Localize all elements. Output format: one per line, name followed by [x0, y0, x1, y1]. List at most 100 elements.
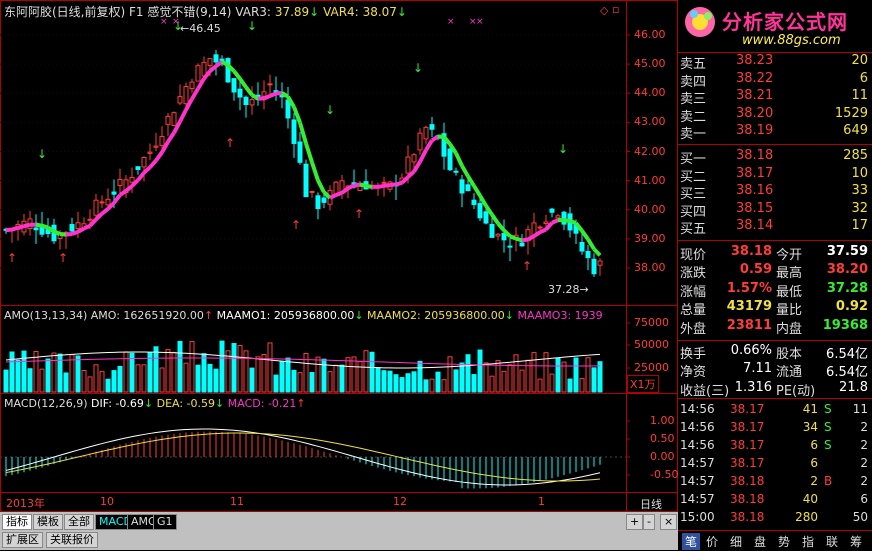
candle-body [160, 137, 164, 146]
indicator-segment [318, 180, 324, 192]
quote-label: 外盘 [680, 318, 706, 337]
amo-bar [286, 358, 290, 392]
zoom-out-button[interactable]: - [643, 514, 655, 530]
diamond-icon[interactable]: ◇ [600, 4, 608, 17]
candle-body [172, 113, 176, 126]
quote-label: 总量 [680, 299, 706, 318]
close-button[interactable]: × [660, 514, 677, 530]
buy-label: 买一 [680, 148, 706, 167]
indicator-segment [360, 184, 366, 185]
low-arrow: → [580, 283, 589, 296]
quote-value: 0.59 [712, 262, 772, 277]
tab-indicator[interactable]: 指标 [2, 514, 32, 530]
candle-body [244, 97, 248, 104]
amo-bar [586, 358, 590, 392]
indicator-segment [102, 209, 108, 214]
indicator-segment [396, 183, 402, 185]
sell-label: 卖一 [680, 123, 706, 142]
price-label: 46.00 [634, 28, 666, 41]
price-label: 45.00 [634, 57, 666, 70]
amo-bar [502, 371, 506, 392]
amo-bar [478, 350, 482, 392]
candle-body [262, 92, 266, 96]
sell-price: 38.23 [736, 53, 770, 68]
right-tab-7[interactable]: 筹 [850, 533, 862, 550]
indicator-segment [72, 232, 78, 234]
sell-price: 38.19 [736, 123, 770, 138]
tick-direction: B [824, 474, 832, 488]
right-tab-5[interactable]: 指 [802, 533, 814, 550]
macd-label: 1.00 [650, 414, 675, 427]
right-tab-0[interactable]: 笔 [682, 533, 700, 550]
period-label[interactable]: 日线 [640, 496, 662, 512]
amo-bar [10, 352, 14, 392]
indicator-segment [594, 249, 600, 255]
right-tab-6[interactable]: 联 [826, 533, 838, 550]
tick-time: 14:57 [680, 492, 715, 506]
amo-label: 25000 [634, 361, 669, 374]
indicator-segment [354, 184, 360, 185]
amo-bar [4, 370, 8, 392]
up-small-icon[interactable]: ▫ [612, 3, 619, 16]
indicator-segment [414, 162, 420, 172]
amo-bar [568, 379, 572, 392]
quote-label: 股本 [776, 343, 802, 362]
indicator-segment [312, 162, 318, 180]
x-marker: × [476, 17, 484, 27]
amo-bar [376, 368, 380, 392]
indicator-segment [54, 231, 60, 234]
chart-area[interactable]: ↑↑↑↑↑↑↓↓↓↓↓↓××××× 东阿阿胶(日线,前复权) F1 感觉不错(9… [0, 0, 678, 550]
macd-label: -0.50 [650, 468, 678, 481]
candle-body [214, 55, 218, 62]
amo-label: 50000 [634, 338, 669, 351]
quote-label: 涨跌 [680, 262, 706, 281]
tick-count: 50 [853, 510, 868, 524]
indicator-segment [168, 133, 174, 142]
tab-related-quotes[interactable]: 关联报价 [46, 532, 98, 548]
indicator-segment [42, 226, 48, 228]
indicator-segment [12, 228, 18, 230]
quote-label: PE(动) [776, 380, 815, 399]
high-arrow: ← [180, 22, 189, 35]
tick-volume: 280 [778, 510, 818, 524]
quote-label: 量比 [776, 299, 802, 318]
zoom-in-button[interactable]: + [626, 514, 643, 530]
logo-area: 分析家公式网 www.88gs.com [678, 0, 872, 52]
amo-bar [580, 378, 584, 392]
tab-g1[interactable]: G1 [153, 514, 177, 530]
dea-arrow: ↓ [215, 397, 224, 410]
tab-template[interactable]: 模板 [33, 514, 63, 530]
quote-separator [678, 398, 872, 399]
buy-price: 38.15 [736, 201, 770, 216]
right-tab-2[interactable]: 细 [730, 533, 742, 550]
var3-arrow: ↓ [309, 5, 319, 19]
kline-chart-svg[interactable]: ↑↑↑↑↑↑↓↓↓↓↓↓××××× [0, 0, 678, 512]
tab-all[interactable]: 全部 [64, 514, 94, 530]
candle-body [496, 234, 500, 236]
amo-bar [562, 362, 566, 392]
high-mark: 46.45 [189, 22, 221, 35]
candle-body [424, 127, 428, 138]
price-label: 41.00 [634, 174, 666, 187]
macd-header: MACD(12,26,9) DIF: -0.69↓ DEA: -0.59↓ MA… [4, 397, 306, 410]
buy-volume: 285 [843, 148, 868, 163]
price-label: 40.00 [634, 203, 666, 216]
right-tab-1[interactable]: 价 [706, 533, 718, 550]
amo-bar [22, 351, 26, 392]
candle-body [298, 142, 302, 162]
candle-body [358, 186, 362, 190]
right-tab-3[interactable]: 盘 [754, 533, 766, 550]
sell-price: 38.20 [736, 106, 770, 121]
amo-label: 75000 [634, 316, 669, 329]
indicator-segment [264, 96, 270, 99]
tab-extension[interactable]: 扩展区 [2, 532, 43, 548]
quote-label: 换手 [680, 343, 706, 362]
amo-bar [106, 379, 110, 392]
indicator-segment [210, 66, 216, 71]
sell-volume: 1529 [835, 106, 868, 121]
sell-arrow: ↓ [37, 147, 47, 161]
indicator-segment [36, 225, 42, 226]
amo-bar [298, 373, 302, 392]
date-label: 1 [538, 495, 545, 508]
right-tab-4[interactable]: 势 [778, 533, 790, 550]
